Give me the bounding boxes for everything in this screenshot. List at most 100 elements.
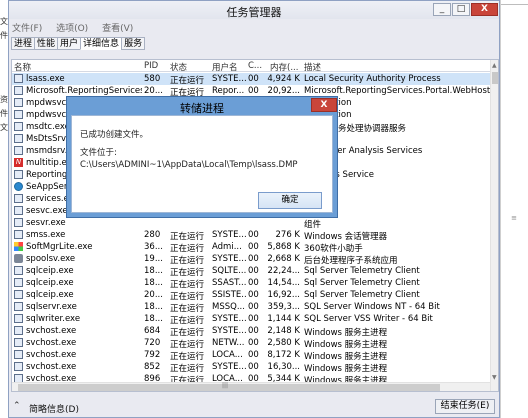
process-user: SYSTE... xyxy=(212,314,246,324)
column-name[interactable]: 名称 xyxy=(14,61,31,73)
process-name: sqlceip.exe xyxy=(26,266,74,276)
ok-button[interactable]: 确定 xyxy=(258,192,322,209)
desktop-glyph: 文 xyxy=(0,123,8,132)
process-user: SYSTE... xyxy=(212,74,246,84)
fewer-details-link[interactable]: 简略信息(D) xyxy=(29,402,79,415)
table-row[interactable]: sqlceip.exe 18... 正在运行 SQLTE... 00 22,24... Sq… xyxy=(12,265,490,278)
table-row[interactable]: svchost.exe 720 正在运行 NETW... 00 2,580 K Window… xyxy=(12,337,490,350)
process-icon xyxy=(14,350,23,359)
table-row[interactable]: spoolsv.exe 19... 正在运行 SYSTE... 00 2,668 K 后台处… xyxy=(12,253,490,266)
process-user: SYSTE... xyxy=(212,230,246,240)
dialog-close-button[interactable]: X xyxy=(311,98,337,112)
process-user: SYSTE... xyxy=(212,362,246,372)
process-pid: 19... xyxy=(144,254,163,264)
process-memory: 8,172 K xyxy=(267,350,300,360)
process-pid: 580 xyxy=(144,74,161,84)
hscroll-grip-icon: ||| xyxy=(222,382,229,389)
tab-performance[interactable]: 性能 xyxy=(34,37,59,50)
tab-users[interactable]: 用户 xyxy=(57,37,82,50)
process-pid: 18... xyxy=(144,278,163,288)
process-icon xyxy=(14,254,23,263)
collapse-up-icon[interactable]: ⌃ xyxy=(13,401,21,411)
process-cpu: 00 xyxy=(248,254,259,264)
end-task-button[interactable]: 结束任务(E) xyxy=(435,399,495,414)
process-user: SSAST... xyxy=(212,278,246,288)
process-icon xyxy=(14,74,23,83)
menu-options[interactable]: 选项(O) xyxy=(56,21,88,34)
process-icon xyxy=(14,86,23,95)
scroll-down-icon[interactable]: ▼ xyxy=(492,374,497,381)
process-icon xyxy=(14,170,23,179)
column-memory[interactable]: 内存(... xyxy=(270,61,298,73)
process-memory: 14,54... xyxy=(267,278,300,288)
process-pid: 792 xyxy=(144,350,161,360)
menu-file[interactable]: 文件(F) xyxy=(12,21,42,34)
table-row[interactable]: smss.exe 280 正在运行 SYSTE... 00 276 K Windows 会话… xyxy=(12,229,490,242)
process-pid: 18... xyxy=(144,302,163,312)
table-row[interactable]: sqlceip.exe 20... 正在运行 SSISTE... 00 16,92... S… xyxy=(12,289,490,302)
process-user: Admi... xyxy=(212,242,242,252)
tab-details[interactable]: 详细信息 xyxy=(80,37,123,50)
table-row[interactable]: lsass.exe 580 正在运行 SYSTE... 00 4,924 K Local S… xyxy=(12,73,490,86)
status-bar: ⌃ 简略信息(D) 结束任务(E) xyxy=(9,397,499,417)
hscroll-thumb[interactable] xyxy=(18,384,440,391)
process-memory: 2,580 K xyxy=(267,338,300,348)
maximize-button[interactable]: □ xyxy=(452,3,470,16)
table-row[interactable]: svchost.exe 852 正在运行 SYSTE... 00 16,30... Wind… xyxy=(12,361,490,374)
desktop-glyph: 资 xyxy=(0,95,8,104)
desktop-glyph: 件 xyxy=(0,31,8,40)
process-memory: 2,148 K xyxy=(267,326,300,336)
table-row[interactable]: svchost.exe 792 正在运行 LOCA... 00 8,172 K Window… xyxy=(12,349,490,362)
process-name: SoftMgrLite.exe xyxy=(26,242,93,252)
process-icon xyxy=(14,278,23,287)
scroll-up-icon[interactable]: ▲ xyxy=(492,62,497,69)
desktop-left-strip: 文 件 资 件 文 xyxy=(0,0,8,418)
title-bar[interactable]: 任务管理器 _ □ X xyxy=(9,1,499,19)
process-icon xyxy=(14,302,23,311)
process-user: MSSQ... xyxy=(212,302,245,312)
table-row[interactable]: sqlceip.exe 18... 正在运行 SSAST... 00 14,54... Sq… xyxy=(12,277,490,290)
scroll-thumb[interactable] xyxy=(492,72,498,84)
table-row[interactable]: sqlservr.exe 18... 正在运行 MSSQ... 00 359,3... SQ… xyxy=(12,301,490,314)
column-state[interactable]: 状态 xyxy=(170,61,187,73)
process-cpu: 00 xyxy=(248,302,259,312)
process-cpu: 00 xyxy=(248,338,259,348)
column-cpu[interactable]: C... xyxy=(248,61,262,71)
column-user[interactable]: 用户名 xyxy=(212,61,238,73)
column-pid[interactable]: PID xyxy=(144,61,158,71)
process-user: SYSTE... xyxy=(212,326,246,336)
process-user: SQLTE... xyxy=(212,266,246,276)
column-description[interactable]: 描述 xyxy=(304,61,321,73)
process-pid: 684 xyxy=(144,326,161,336)
process-description: SQL Server Windows NT - 64 Bit xyxy=(304,302,440,312)
process-icon: N xyxy=(14,158,23,167)
vertical-scrollbar[interactable]: ▲ ▼ xyxy=(490,60,498,391)
dialog-location-label: 文件位于: xyxy=(80,148,117,158)
table-row[interactable]: SoftMgrLite.exe 36... 正在运行 Admi... 00 5,868 K… xyxy=(12,241,490,254)
close-button[interactable]: X xyxy=(471,3,498,16)
background-window: ≡ xyxy=(500,0,528,418)
process-icon xyxy=(14,194,23,203)
minimize-button[interactable]: _ xyxy=(433,3,451,16)
process-description: Microsoft.ReportingServices.Portal.WebHo… xyxy=(304,86,490,96)
process-description: SQL Server VSS Writer - 64 Bit xyxy=(304,314,433,324)
process-icon xyxy=(14,314,23,323)
table-row[interactable]: svchost.exe 684 正在运行 SYSTE... 00 2,148 K Windo… xyxy=(12,325,490,338)
horizontal-scrollbar[interactable]: ||| xyxy=(12,382,490,391)
process-memory: 4,924 K xyxy=(267,74,300,84)
process-cpu: 00 xyxy=(248,278,259,288)
process-icon xyxy=(14,122,23,131)
table-row[interactable]: sqlwriter.exe 18... 正在运行 SYSTE... 00 1,144 KS… xyxy=(12,313,490,326)
process-user: SSISTE... xyxy=(212,290,246,300)
table-row[interactable]: sesvr.exe 组件 xyxy=(12,217,490,230)
process-memory: 1,144 K xyxy=(267,314,300,324)
dialog-message: 已成功创建文件。 xyxy=(80,130,149,140)
process-name: sqlservr.exe xyxy=(26,302,77,312)
process-cpu: 00 xyxy=(248,350,259,360)
process-name: sqlceip.exe xyxy=(26,290,74,300)
dialog-body: 已成功创建文件。 文件位于: C:\Users\ADMINI~1\AppData… xyxy=(71,115,333,213)
tab-processes[interactable]: 进程 xyxy=(11,37,36,50)
tab-services[interactable]: 服务 xyxy=(121,37,146,50)
menu-view[interactable]: 查看(V) xyxy=(102,21,133,34)
process-name: svchost.exe xyxy=(26,326,77,336)
